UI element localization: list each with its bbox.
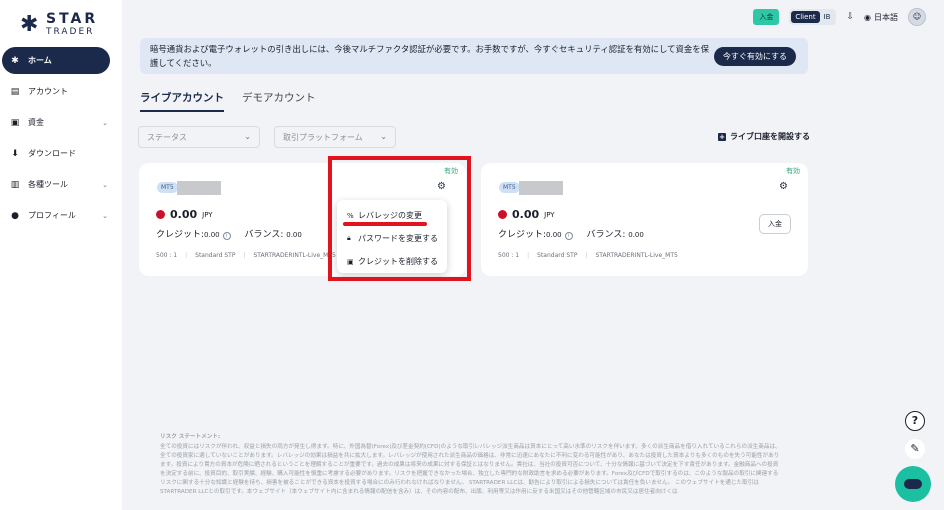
sidebar-item[interactable]: ✱ ホーム	[2, 47, 110, 74]
chevron-down-icon: ⌄	[244, 132, 251, 141]
open-live-label: ライブ口座を開設する	[730, 132, 810, 141]
platform-badge: MT5	[157, 182, 178, 193]
risk-statement: リスク ステートメント: 全ての投資にはリスクが伴われ、収益と損失の両方が発生し…	[160, 433, 782, 497]
sidebar-item-label: ダウンロード	[28, 149, 76, 158]
star-icon: ✱	[11, 55, 19, 66]
wallet-icon: ▣	[10, 117, 20, 128]
ib-toggle[interactable]: IB	[820, 11, 835, 23]
account-type: Standard STP	[537, 252, 578, 259]
masked-account-number	[519, 181, 563, 195]
status-badge: 有効	[786, 167, 800, 175]
download-icon: ⬇	[11, 148, 19, 159]
server-name: STARTRADERINTL-Live_MT5	[595, 252, 678, 259]
avatar[interactable]: ☺	[908, 8, 926, 26]
info-icon[interactable]: i	[564, 232, 573, 240]
gear-icon[interactable]: ⚙	[779, 181, 788, 192]
logo-sub-text: TRADER	[46, 27, 95, 37]
currency-flag-icon	[156, 210, 165, 219]
annotation-highlight-box	[328, 156, 471, 281]
currency-label: JPY	[202, 210, 213, 219]
feedback-button[interactable]: ✎	[905, 439, 925, 459]
balance-row: 0.00 JPY	[156, 208, 213, 221]
account-type: Standard STP	[195, 252, 236, 259]
globe-icon: ◉	[864, 12, 871, 22]
card-deposit-button[interactable]: 入金	[759, 214, 791, 234]
credit-row: クレジット:0.00 i バランス: 0.00	[156, 227, 302, 240]
mfa-notice-banner: 暗号通貨および電子ウォレットの引き出しには、今後マルチファクタ認証が必要です。お…	[140, 38, 808, 74]
platform-filter[interactable]: 取引プラットフォーム ⌄	[274, 126, 396, 148]
platform-filter-label: 取引プラットフォーム	[283, 133, 363, 142]
help-button[interactable]: ?	[905, 411, 925, 431]
sidebar: ✱ STAR TRADER ✱ ホーム ▤ アカウント ▣ 資金 ⌄ ⬇ ダウンロード ▥ 各種ツー…	[0, 0, 122, 510]
tab-live-account[interactable]: ライブアカウント	[140, 90, 224, 112]
masked-account-number	[177, 181, 221, 195]
client-toggle[interactable]: Client	[791, 11, 820, 23]
chevron-down-icon: ⌄	[102, 180, 108, 189]
status-filter[interactable]: ステータス ⌄	[138, 126, 260, 148]
sidebar-item[interactable]: ▤ アカウント	[2, 78, 110, 105]
startrader-logo[interactable]: ✱ STAR TRADER	[20, 12, 98, 37]
document-icon: ▤	[10, 86, 20, 97]
leverage-value: 500 : 1	[498, 252, 520, 259]
notice-text: 暗号通貨および電子ウォレットの引き出しには、今後マルチファクタ認証が必要です。お…	[150, 44, 710, 68]
chat-button[interactable]	[895, 466, 931, 502]
sidebar-item-label: プロフィール	[28, 211, 76, 220]
language-label: 日本語	[874, 12, 898, 22]
balance-value: 0.00	[512, 208, 540, 221]
sidebar-item[interactable]: ▣ 資金 ⌄	[2, 109, 110, 136]
top-bar: 入金 Client IB ⇩ ◉ 日本語 ☺	[753, 8, 926, 26]
server-name: STARTRADERINTL-Live_MT5	[253, 252, 336, 259]
platform-badge: MT5	[499, 182, 520, 193]
chevron-down-icon: ⌄	[380, 132, 387, 141]
balance-label: バランス:	[586, 230, 626, 240]
account-meta: 500 : 1 | Standard STP | STARTRADERINTL-Li…	[156, 252, 336, 259]
currency-label: JPY	[544, 210, 555, 219]
status-filter-label: ステータス	[147, 133, 187, 142]
credit-value: 0.00	[204, 231, 220, 239]
chevron-down-icon: ⌄	[102, 211, 108, 220]
credit-label: クレジット:	[498, 230, 547, 240]
tab-demo-account[interactable]: デモアカウント	[242, 90, 316, 112]
account-meta: 500 : 1 | Standard STP | STARTRADERINTL-Li…	[498, 252, 678, 259]
plus-icon: +	[718, 132, 726, 141]
pencil-icon: ✎	[910, 442, 920, 455]
balance-row: 0.00 JPY	[498, 208, 555, 221]
enable-now-button[interactable]: 今すぐ有効にする	[713, 47, 796, 66]
chevron-down-icon: ⌄	[102, 118, 108, 127]
credit-value: 0.00	[546, 231, 562, 239]
sidebar-item[interactable]: ▥ 各種ツール ⌄	[2, 171, 110, 198]
question-icon: ?	[911, 414, 919, 427]
open-live-account-link[interactable]: + ライブ口座を開設する	[718, 131, 810, 142]
sidebar-item[interactable]: ● プロフィール ⌄	[2, 202, 110, 229]
chat-icon	[904, 479, 922, 489]
risk-title: リスク ステートメント:	[160, 434, 221, 440]
logo-main-text: STAR	[46, 11, 99, 27]
balance-amount: 0.00	[628, 231, 644, 239]
download-tray-icon[interactable]: ⇩	[846, 12, 854, 22]
balance-amount: 0.00	[286, 231, 302, 239]
account-card: 有効 MT5 ⚙ 0.00 JPY クレジット:0.00 i バランス: 0.0…	[481, 163, 808, 276]
sidebar-item-label: 資金	[28, 118, 44, 127]
info-icon[interactable]: i	[222, 232, 231, 240]
sidebar-nav: ✱ ホーム ▤ アカウント ▣ 資金 ⌄ ⬇ ダウンロード ▥ 各種ツール ⌄ ● プロフィール ⌄	[0, 47, 122, 233]
credit-label: クレジット:	[156, 230, 205, 240]
logo-star-icon: ✱	[20, 11, 39, 37]
balance-value: 0.00	[170, 208, 198, 221]
sidebar-item-label: ホーム	[28, 56, 52, 65]
credit-row: クレジット:0.00 i バランス: 0.00	[498, 227, 644, 240]
deposit-button[interactable]: 入金	[753, 9, 780, 25]
toolbox-icon: ▥	[10, 179, 20, 190]
sidebar-item[interactable]: ⬇ ダウンロード	[2, 140, 110, 167]
client-ib-toggle[interactable]: Client IB	[789, 9, 837, 25]
sidebar-item-label: 各種ツール	[28, 180, 68, 189]
account-tabs: ライブアカウント デモアカウント	[140, 90, 316, 112]
sidebar-item-label: アカウント	[28, 87, 68, 96]
language-selector[interactable]: ◉ 日本語	[864, 12, 898, 23]
risk-body: 全ての投資にはリスクが伴われ、収益と損失の両方が発生し得ます。特に、外国為替(F…	[160, 444, 781, 495]
leverage-value: 500 : 1	[156, 252, 178, 259]
annotation-underline	[343, 222, 427, 226]
user-icon: ●	[11, 210, 19, 221]
balance-label: バランス:	[244, 230, 284, 240]
currency-flag-icon	[498, 210, 507, 219]
